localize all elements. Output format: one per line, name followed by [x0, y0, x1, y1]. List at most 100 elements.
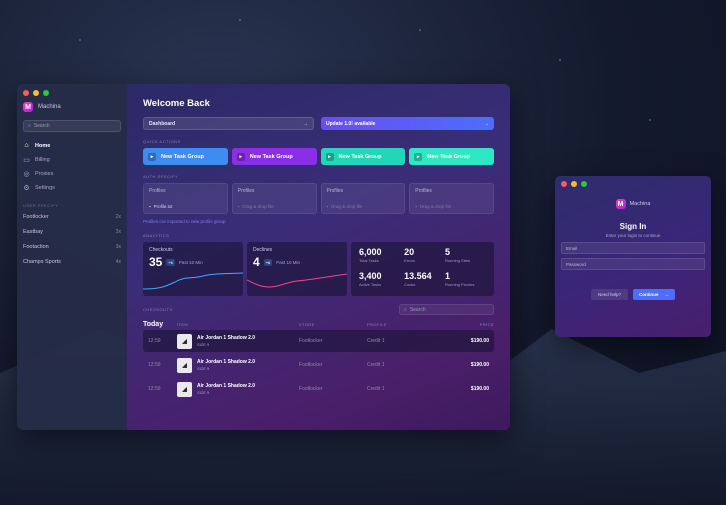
checkouts-search-input[interactable]: ⌕ Search: [399, 304, 494, 315]
dashboard-select[interactable]: Dashboard →: [143, 117, 314, 130]
declines-card-title: Declines: [253, 247, 273, 253]
globe-icon: ◎: [23, 170, 30, 178]
table-row[interactable]: 12:59 ◢ Air Jordan 1 Shadow 2.0 SIZE 9 Fo…: [143, 378, 494, 400]
app-logo-icon: M: [23, 102, 33, 112]
site-list: Footlocker 2x Eastbay 2x Footaction 3x C…: [23, 214, 121, 265]
app-logo-icon: M: [615, 199, 626, 209]
profile-dropzone-label: Drag & drop file: [419, 204, 452, 209]
stats-grid: 6,000 Total Tasks 20 Errors 5 Running Sites…: [351, 242, 494, 296]
checkouts-header: CHECKOUTS ⌕ Search: [143, 304, 494, 315]
sidebar-search-input[interactable]: ⌕ Search: [23, 120, 121, 132]
declines-card: Declines 4 +8 Past 10 Min: [247, 242, 347, 296]
row-item-name: Air Jordan 1 Shadow 2.0: [197, 335, 256, 341]
close-window-button[interactable]: [23, 90, 29, 96]
checkouts-table-header: Today ITEM STORE PROFILE PRICE: [143, 321, 494, 328]
column-header-profile[interactable]: PROFILE: [367, 322, 439, 327]
profile-card[interactable]: Profiles ▪ Profile.txt: [143, 183, 228, 214]
email-field[interactable]: Email: [561, 242, 705, 254]
column-header-price[interactable]: PRICE: [439, 322, 494, 327]
password-field[interactable]: Password: [561, 258, 705, 270]
checkouts-value: 35: [149, 255, 163, 269]
new-task-group-button[interactable]: ▸ New Task Group: [320, 148, 406, 165]
row-item-size: SIZE 9: [197, 366, 210, 371]
checkouts-badge: +6: [166, 258, 175, 266]
task-group-label: New Task Group: [161, 153, 204, 160]
new-task-group-button[interactable]: ▸ New Task Group: [409, 148, 494, 165]
profile-card-title: Profiles: [415, 188, 432, 194]
update-label: Update 1.0! available: [326, 120, 376, 127]
column-header-item[interactable]: ITEM: [177, 322, 299, 327]
row-item-size: SIZE 9: [197, 342, 210, 347]
row-item-size: SIZE 9: [197, 390, 210, 395]
table-row[interactable]: 12:59 ◢ Air Jordan 1 Shadow 2.0 SIZE 9 Fo…: [143, 330, 494, 352]
profile-card-title: Profiles: [237, 188, 255, 194]
sidebar-item-settings[interactable]: ⚙ Settings: [23, 184, 121, 192]
app-brand: M Machina: [23, 102, 121, 112]
site-item[interactable]: Footlocker 2x: [23, 214, 121, 220]
profile-card-title: Profiles: [326, 188, 344, 194]
continue-button[interactable]: Continue →: [633, 289, 676, 300]
arrow-right-icon: →: [484, 120, 489, 127]
page-title: Welcome Back: [143, 98, 210, 109]
stat-running-sites: 5 Running Sites: [445, 247, 470, 263]
minimize-window-button[interactable]: [571, 181, 577, 187]
sidebar-item-billing[interactable]: ▭ Billing: [23, 156, 121, 164]
maximize-window-button[interactable]: [581, 181, 587, 187]
checkouts-card: Checkouts 35 +6 Past 10 Min: [143, 242, 243, 296]
site-item[interactable]: Footaction 3x: [23, 244, 121, 250]
row-item-name: Air Jordan 1 Shadow 2.0: [197, 383, 256, 389]
checkouts-search-placeholder: Search: [409, 306, 426, 313]
column-header-store[interactable]: STORE: [299, 322, 367, 327]
task-group-label: New Task Group: [249, 153, 293, 160]
profile-card[interactable]: Profiles ▪ Drag & drop file: [320, 183, 406, 214]
site-name: Champs Sports: [23, 259, 61, 265]
site-item[interactable]: Champs Sports 4x: [23, 259, 121, 265]
plus-icon: ▸: [236, 152, 245, 161]
close-window-button[interactable]: [561, 181, 567, 187]
sign-in-actions: Need help? Continue →: [561, 289, 705, 300]
need-help-button[interactable]: Need help?: [590, 289, 629, 300]
sign-in-brand: M Machina: [561, 199, 705, 209]
update-button[interactable]: Update 1.0! available →: [321, 117, 494, 130]
home-icon: ⌂: [24, 142, 29, 149]
arrow-right-icon: →: [664, 292, 670, 297]
stat-active-tasks: 3,400 Active Tasks: [359, 271, 382, 287]
maximize-window-button[interactable]: [43, 90, 49, 96]
row-profile: Credit 1: [367, 362, 385, 368]
minimize-window-button[interactable]: [33, 90, 39, 96]
sign-in-window: M Machina Sign In Enter your login to co…: [555, 176, 711, 337]
sign-in-subtitle: Enter your login to continue: [605, 233, 661, 238]
profiles-import-note[interactable]: Profiles.csv imported to new profile gro…: [143, 219, 494, 224]
checkouts-meta: Past 10 Min: [178, 259, 203, 265]
site-name: Footlocker: [23, 214, 49, 220]
row-price: $190.00: [470, 386, 489, 392]
analytics-label: ANALYTICS: [143, 233, 170, 238]
continue-label: Continue: [639, 292, 659, 297]
checkouts-card-title: Checkouts: [149, 247, 173, 253]
sidebar-item-home[interactable]: ⌂ Home: [23, 142, 121, 149]
profile-file-name: Profile.txt: [153, 204, 173, 209]
sidebar-item-proxies[interactable]: ◎ Proxies: [23, 170, 121, 178]
window-controls: [23, 90, 121, 96]
checkouts-section-label: CHECKOUTS: [143, 307, 173, 312]
profile-card[interactable]: Profiles ▪ Drag & drop file: [231, 183, 317, 214]
table-row[interactable]: 12:59 ◢ Air Jordan 1 Shadow 2.0 SIZE 9 Fo…: [143, 354, 494, 376]
sidebar-item-label: Billing: [35, 156, 50, 163]
upload-icon: ▪: [237, 204, 240, 209]
new-task-group-button[interactable]: ▸ New Task Group: [143, 148, 228, 165]
stat-running-proxies: 1 Running Proxies: [445, 271, 475, 287]
search-icon: ⌕: [404, 306, 407, 313]
table-date-group: Today: [143, 321, 164, 328]
task-group-label: New Task Group: [427, 153, 471, 160]
task-group-label: New Task Group: [338, 153, 382, 160]
profile-dropzone-label: Drag & drop file: [331, 204, 363, 209]
site-count: 2x: [115, 214, 121, 220]
upload-icon: ▪: [415, 204, 417, 209]
declines-badge: +8: [263, 258, 273, 266]
checkouts-sparkline: [143, 272, 243, 290]
row-profile: Credit 1: [367, 386, 385, 392]
site-item[interactable]: Eastbay 2x: [23, 229, 121, 235]
profile-card[interactable]: Profiles ▪ Drag & drop file: [409, 183, 494, 214]
row-store: Footlocker: [299, 338, 323, 344]
new-task-group-button[interactable]: ▸ New Task Group: [231, 148, 317, 165]
